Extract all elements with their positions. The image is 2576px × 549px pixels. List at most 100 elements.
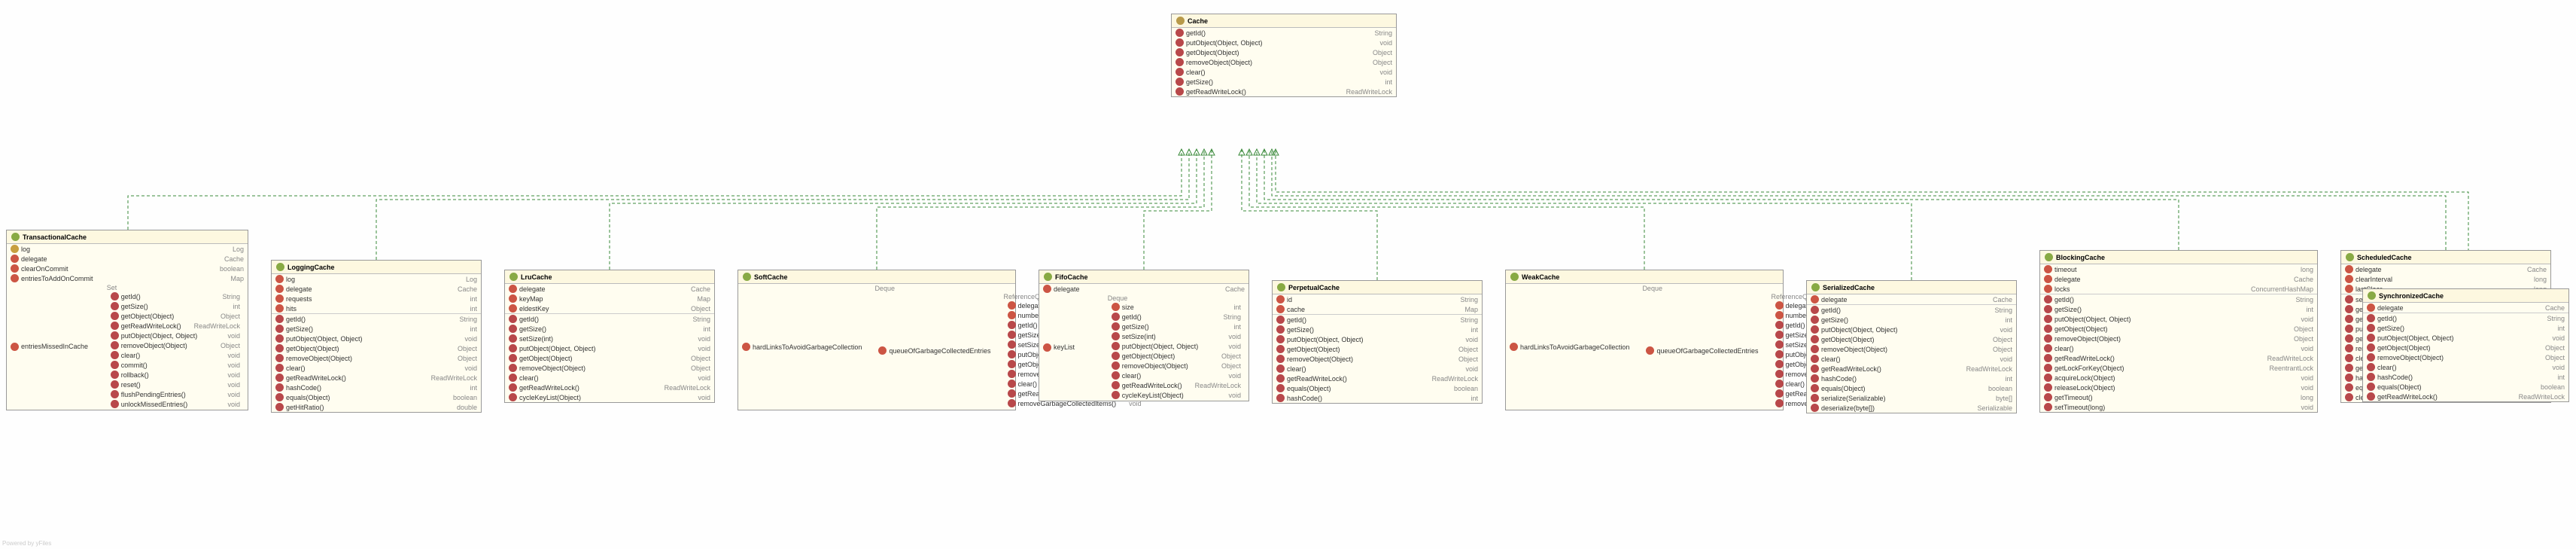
method-icon	[111, 312, 119, 320]
member-name: getReadWriteLock()	[1821, 365, 1954, 373]
member-type: Cache	[1215, 285, 1245, 293]
method-icon	[1811, 404, 1819, 412]
member-type: ReadWriteLock	[2508, 393, 2565, 401]
member-name: delegate	[2054, 276, 2281, 283]
method-icon	[2044, 344, 2052, 352]
method-icon	[1276, 355, 1285, 363]
method-icon	[1775, 331, 1784, 339]
member-type: Cache	[680, 285, 710, 293]
member-name: log	[286, 276, 453, 283]
field-icon	[2345, 265, 2353, 273]
method-row: removeObject(Object)Object	[2363, 352, 2568, 362]
member-type: String	[2536, 315, 2565, 322]
member-name: hardLinksToAvoidGarbageCollection	[753, 343, 862, 351]
methods-section: getId()StringgetSize()intsetSize(int)voi…	[505, 314, 714, 402]
method-row: getReadWriteLock()ReadWriteLock	[1172, 87, 1396, 96]
field-icon	[275, 285, 284, 293]
member-type: void	[1989, 326, 2012, 334]
method-row: setTimeout(long)void	[2040, 402, 2317, 412]
member-name: removeObject(Object)	[1122, 362, 1209, 370]
member-type: Object	[1362, 49, 1392, 56]
member-name: flushPendingEntries()	[121, 391, 215, 398]
member-type: void	[217, 381, 240, 389]
member-name: clear()	[2054, 345, 2288, 352]
field-row: delegateCache	[2363, 303, 2568, 313]
method-row: getId()String	[272, 314, 481, 324]
method-icon	[275, 334, 284, 343]
member-name: entriesToAddOnCommit	[21, 275, 217, 282]
class-icon	[1044, 273, 1052, 281]
member-type: void	[1989, 355, 2012, 363]
member-type: Map	[686, 295, 710, 303]
method-row: getSize()int	[2363, 323, 2568, 333]
field-row: keyListDequesizeintgetId()StringgetSize(…	[1039, 294, 1248, 401]
field-icon	[11, 245, 19, 253]
method-row: rollback()void	[107, 370, 244, 380]
member-type: int	[459, 305, 477, 313]
member-name: reset()	[121, 381, 215, 389]
member-type: ReadWriteLock	[421, 374, 477, 382]
member-type: void	[2541, 334, 2565, 342]
class-icon	[743, 273, 751, 281]
member-type: void	[454, 364, 477, 372]
field-row: delegateCache	[1807, 294, 2016, 304]
method-icon	[111, 292, 119, 300]
field-row: delegateCache	[7, 254, 248, 264]
method-icon	[1008, 331, 1016, 339]
method-row: clear()void	[1172, 67, 1396, 77]
class-icon	[1811, 283, 1820, 291]
method-icon	[2345, 383, 2353, 392]
field-icon	[1043, 343, 1051, 352]
member-type: SetgetId()StringgetSize()intgetObject(Ob…	[96, 284, 244, 409]
method-icon	[2367, 353, 2375, 361]
method-row: putObject(Object, Object)void	[1273, 334, 1482, 344]
method-row: hashCode()int	[2363, 372, 2568, 382]
member-name: getId()	[1821, 307, 1981, 314]
class-weakcache: WeakCachehardLinksToAvoidGarbageCollecti…	[1505, 270, 1784, 410]
field-icon	[509, 285, 517, 293]
method-icon	[1811, 306, 1819, 314]
fields-section: logLogdelegateCacheclearOnCommitbooleane…	[7, 244, 248, 410]
method-row: getId()String	[1172, 28, 1396, 38]
member-name: removeObject(Object)	[2377, 354, 2532, 361]
method-row: getTimeout()long	[2040, 392, 2317, 402]
member-name: removeObject(Object)	[519, 364, 678, 372]
member-type: int	[1223, 303, 1241, 311]
class-title: WeakCache	[1506, 270, 1783, 284]
class-name: WeakCache	[1522, 273, 1559, 281]
method-icon	[1112, 342, 1120, 350]
method-icon	[1008, 340, 1016, 349]
member-name: serialize(Serializable)	[1821, 395, 1983, 402]
method-icon	[1175, 68, 1184, 76]
method-icon	[2345, 374, 2353, 382]
field-row: logLog	[272, 274, 481, 284]
method-icon	[2345, 393, 2353, 401]
method-row: getReadWriteLock()ReadWriteLock	[272, 373, 481, 383]
class-icon	[11, 233, 20, 241]
member-type: boolean	[443, 394, 477, 401]
member-name: queueOfGarbageCollectedEntries	[889, 347, 990, 355]
member-type: Serializable	[1966, 404, 2012, 412]
field-row: requestsint	[272, 294, 481, 303]
member-type: Cache	[1982, 296, 2012, 303]
field-icon	[509, 304, 517, 313]
member-name: putObject(Object, Object)	[121, 332, 215, 340]
class-name: SoftCache	[754, 273, 788, 281]
field-icon	[2367, 303, 2375, 312]
member-type: ReadWriteLock	[654, 384, 710, 392]
member-name: hits	[286, 305, 457, 313]
member-name: clear()	[1122, 372, 1216, 380]
member-name: getId()	[519, 316, 680, 323]
field-row: eldestKeyObject	[505, 303, 714, 313]
method-row: hashCode()int	[272, 383, 481, 392]
method-row: removeObject(Object)Object	[2040, 334, 2317, 343]
method-icon	[1008, 350, 1016, 358]
method-row: getId()String	[1807, 305, 2016, 315]
method-row: hashCode()int	[1273, 393, 1482, 403]
method-icon	[2044, 354, 2052, 362]
member-type: void	[2290, 374, 2313, 382]
member-name: getId()	[1186, 29, 1361, 37]
member-type: boolean	[1443, 385, 1478, 392]
field-icon	[11, 274, 19, 282]
method-icon	[1112, 313, 1120, 321]
